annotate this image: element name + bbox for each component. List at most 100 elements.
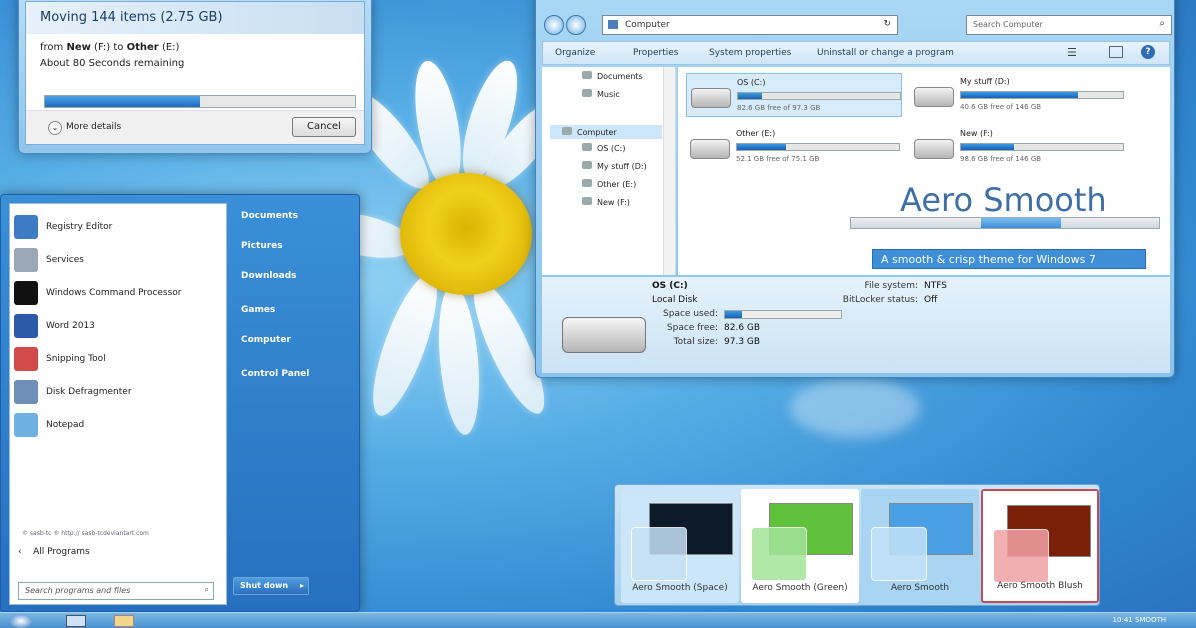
drive-usage-fill [961, 144, 1015, 150]
theme-label: Aero Smooth (Space) [632, 583, 728, 593]
start-right-item-computer[interactable]: Computer [241, 335, 291, 345]
help-icon[interactable]: ? [1141, 45, 1155, 59]
drive-usage-bar [960, 91, 1124, 99]
to-word: to [113, 42, 124, 53]
watermark-title: Aero Smooth [900, 181, 1107, 219]
detail-drive-name: OS (C:) [652, 281, 688, 291]
command-organize[interactable]: Organize [555, 48, 595, 58]
nav-item-documents[interactable]: Documents [582, 71, 643, 81]
explorer-search-input[interactable]: Search Computer ⌕ [966, 15, 1172, 35]
start-program-label: Word 2013 [46, 321, 95, 331]
drive-usage-fill [737, 144, 786, 150]
start-program-item[interactable]: Services [14, 247, 224, 273]
watermark-bar [850, 217, 1160, 229]
start-program-item[interactable]: Word 2013 [14, 313, 224, 339]
nav-item-my-stuff-d-[interactable]: My stuff (D:) [582, 161, 647, 171]
drive-usage-bar [737, 92, 901, 100]
address-bar[interactable]: Computer ↻ [602, 15, 898, 35]
refresh-icon[interactable]: ↻ [883, 19, 891, 29]
drive-name: Other (E:) [736, 129, 776, 138]
drive-tile[interactable]: OS (C:) 82.6 GB free of 97.3 GB [686, 73, 902, 117]
drive-free-text: 40.6 GB free of 146 GB [960, 103, 1042, 111]
theme-glass-color [631, 527, 687, 581]
start-search-input[interactable]: Search programs and files ⌕ [18, 582, 214, 600]
drive-usage-fill [961, 92, 1078, 98]
nav-item-new-f-[interactable]: New (F:) [582, 197, 630, 207]
from-link[interactable]: New [66, 42, 90, 53]
start-program-item[interactable]: Registry Editor [14, 214, 224, 240]
chevron-right-icon[interactable]: ▸ [300, 581, 304, 590]
command-properties[interactable]: Properties [633, 48, 678, 58]
drive-tile[interactable]: New (F:) 98.6 GB free of 146 GB [910, 125, 1126, 169]
search-icon[interactable]: ⌕ [205, 585, 209, 595]
word-icon [14, 314, 38, 338]
search-icon[interactable]: ⌕ [1159, 18, 1165, 29]
to-drive: (E:) [161, 42, 180, 53]
hard-drive-icon [690, 139, 730, 159]
drive-nav-icon [582, 71, 592, 79]
start-right-item-pictures[interactable]: Pictures [241, 241, 283, 251]
nav-item-label: Documents [597, 72, 643, 81]
credit-note: © sasb-tc ® http:// sasb-tcdeviantart.co… [22, 530, 149, 537]
move-from-to: from New (F:) to Other (E:) [40, 42, 179, 53]
start-program-item[interactable]: Windows Command Processor [14, 280, 224, 306]
space-used-bar [724, 310, 842, 319]
start-right-item-control-panel[interactable]: Control Panel [241, 369, 309, 379]
shutdown-button[interactable]: Shut down ▸ [233, 577, 309, 595]
all-programs-link[interactable]: ‹ All Programs [18, 547, 90, 557]
total-size-value: 97.3 GB [724, 337, 761, 347]
start-menu: Registry Editor Services Windows Command P… [0, 194, 360, 612]
nav-item-label: Computer [577, 128, 617, 137]
start-right-item-games[interactable]: Games [241, 305, 275, 315]
preview-pane-icon[interactable] [1109, 46, 1123, 58]
command-system-properties[interactable]: System properties [709, 48, 791, 58]
theme-thumbnail[interactable]: Aero Smooth (Space) [621, 489, 739, 603]
fs-value: NTFS [924, 281, 947, 291]
drive-nav-icon [582, 161, 592, 169]
nav-item-computer[interactable]: Computer [550, 125, 662, 139]
space-free-label: Space free: [666, 323, 718, 333]
detail-drive-type: Local Disk [652, 295, 698, 305]
start-right-item-documents[interactable]: Documents [241, 211, 298, 221]
start-menu-programs: Registry Editor Services Windows Command P… [9, 203, 227, 605]
start-program-item[interactable]: Snipping Tool [14, 346, 224, 372]
explorer-taskbar-icon[interactable] [66, 615, 86, 627]
start-program-label: Disk Defragmenter [46, 387, 132, 397]
theme-thumbnail[interactable]: Aero Smooth Blush [981, 489, 1099, 603]
drive-tile[interactable]: Other (E:) 52.1 GB free of 75.1 GB [686, 125, 902, 169]
start-orb-icon[interactable] [10, 614, 32, 628]
nav-item-os-c-[interactable]: OS (C:) [582, 143, 625, 153]
start-program-item[interactable]: Notepad [14, 412, 224, 438]
drive-usage-bar [960, 143, 1124, 151]
command-uninstall-or-change-a-program[interactable]: Uninstall or change a program [817, 48, 954, 58]
back-button-icon[interactable] [544, 15, 564, 35]
theme-label: Aero Smooth (Green) [752, 583, 848, 593]
bitlocker-value: Off [924, 295, 938, 305]
breadcrumb-computer[interactable]: Computer [625, 20, 670, 30]
folder-taskbar-icon[interactable] [114, 615, 134, 627]
forward-button-icon[interactable] [566, 15, 586, 35]
theme-thumbnail[interactable]: Aero Smooth [861, 489, 979, 603]
space-used-fill [725, 311, 743, 318]
nav-item-other-e-[interactable]: Other (E:) [582, 179, 636, 189]
start-program-item[interactable]: Disk Defragmenter [14, 379, 224, 405]
drive-usage-bar [736, 143, 900, 151]
computer-icon [608, 20, 618, 29]
hard-drive-icon [562, 317, 646, 353]
time-remaining: About 80 Seconds remaining [40, 58, 185, 69]
cancel-button[interactable]: Cancel [292, 117, 356, 137]
more-details-toggle[interactable]: More details [66, 122, 121, 132]
chevron-down-icon[interactable]: ⌄ [48, 121, 62, 135]
theme-gallery: Aero Smooth (Space) Aero Smooth (Green) Ae… [614, 484, 1100, 606]
dialog-footer: ⌄ More details Cancel [26, 110, 364, 144]
nav-item-music[interactable]: Music [582, 89, 620, 99]
theme-thumbnail[interactable]: Aero Smooth (Green) [741, 489, 859, 603]
total-size-label: Total size: [673, 337, 718, 347]
to-link[interactable]: Other [127, 42, 159, 53]
view-options-icon[interactable]: ☰ [1067, 46, 1077, 59]
nav-item-label: New (F:) [597, 198, 630, 207]
nav-scrollbar[interactable] [663, 67, 675, 275]
drive-tile[interactable]: My stuff (D:) 40.6 GB free of 146 GB [910, 73, 1126, 117]
start-right-item-downloads[interactable]: Downloads [241, 271, 297, 281]
start-program-label: Windows Command Processor [46, 288, 182, 298]
